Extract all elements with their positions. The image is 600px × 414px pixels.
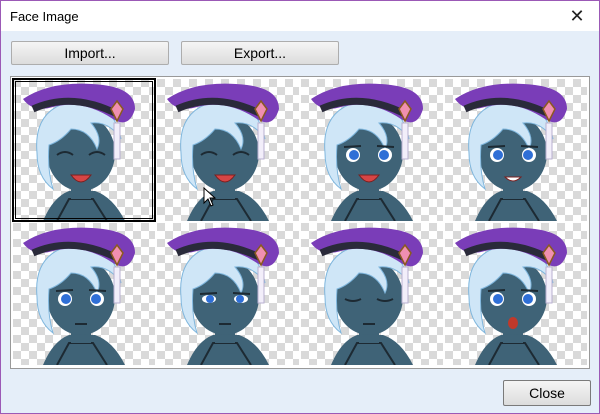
title-bar: Face Image ✕ xyxy=(1,1,599,31)
face-portrait xyxy=(301,223,443,365)
face-thumbnail-8[interactable] xyxy=(445,223,587,365)
face-thumbnail-7[interactable] xyxy=(301,223,443,365)
close-button[interactable]: Close xyxy=(503,380,591,406)
face-portrait xyxy=(445,223,587,365)
face-image-dialog: Face Image ✕ Import... Export... Close xyxy=(0,0,600,414)
export-button[interactable]: Export... xyxy=(181,41,339,65)
face-portrait xyxy=(445,79,587,221)
face-portrait xyxy=(13,223,155,365)
face-portrait xyxy=(301,79,443,221)
dialog-body: Import... Export... Close xyxy=(1,31,599,413)
face-thumbnail-4[interactable] xyxy=(445,79,587,221)
face-thumbnail-5[interactable] xyxy=(13,223,155,365)
face-thumbnail-1[interactable] xyxy=(12,78,156,222)
face-thumbnail-2[interactable] xyxy=(157,79,299,221)
window-title: Face Image xyxy=(10,9,79,24)
face-portrait xyxy=(157,79,299,221)
face-grid xyxy=(10,76,590,369)
face-portrait xyxy=(157,223,299,365)
face-portrait xyxy=(13,79,155,221)
import-button[interactable]: Import... xyxy=(11,41,169,65)
face-thumbnail-3[interactable] xyxy=(301,79,443,221)
close-icon[interactable]: ✕ xyxy=(555,1,599,31)
mouse-cursor-icon xyxy=(203,187,217,207)
face-thumbnail-6[interactable] xyxy=(157,223,299,365)
